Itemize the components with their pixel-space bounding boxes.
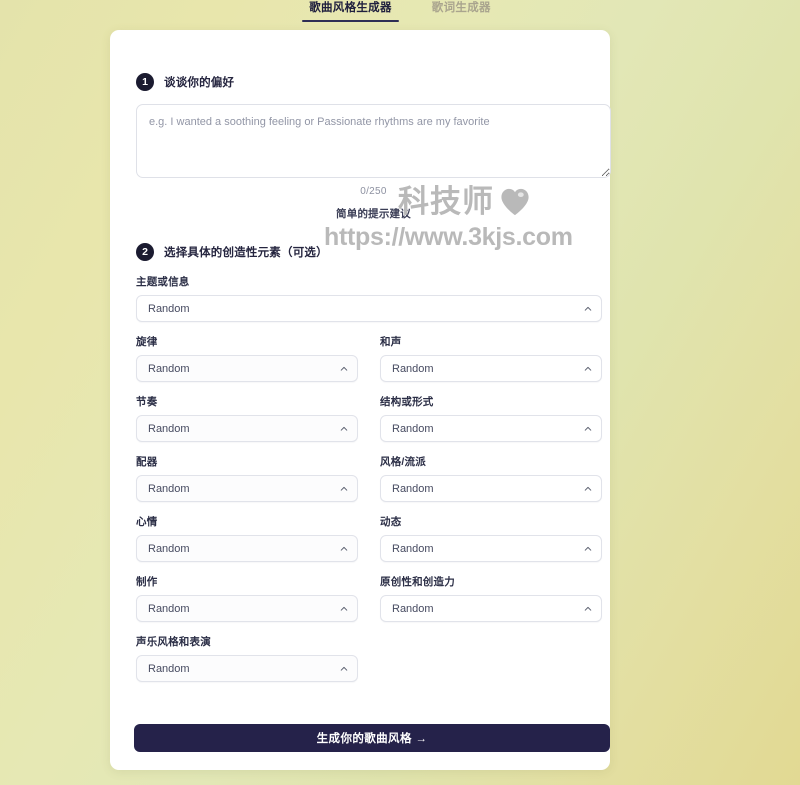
select-value: Random	[392, 422, 434, 435]
chevron-up-icon	[584, 485, 592, 493]
field-production: 制作 Random	[136, 574, 358, 622]
select-value: Random	[392, 482, 434, 495]
select-rhythm[interactable]: Random	[136, 415, 358, 442]
field-originality-creativity: 原创性和创造力 Random	[380, 574, 602, 622]
select-harmony[interactable]: Random	[380, 355, 602, 382]
generator-card: 1 谈谈你的偏好 0/250 简单的提示建议 2 选择具体的创造性元素（可选） …	[110, 30, 611, 770]
tab-song-style-generator[interactable]: 歌曲风格生成器	[302, 0, 399, 22]
select-value: Random	[148, 362, 190, 375]
select-dynamics[interactable]: Random	[380, 535, 602, 562]
field-label: 心情	[136, 516, 158, 528]
field-rhythm: 节奏 Random	[136, 394, 358, 442]
tab-bar: 歌曲风格生成器 歌词生成器	[0, 0, 800, 26]
select-melody[interactable]: Random	[136, 355, 358, 382]
field-label: 和声	[380, 336, 402, 348]
select-instrumentation[interactable]: Random	[136, 475, 358, 502]
step-1-title: 谈谈你的偏好	[164, 77, 235, 89]
counter-block: 0/250 简单的提示建议	[136, 186, 611, 221]
field-label: 风格/流派	[380, 456, 426, 468]
select-value: Random	[148, 482, 190, 495]
field-label: 结构或形式	[380, 396, 434, 408]
select-topic[interactable]: Random	[136, 295, 602, 322]
field-vocal-style-performance: 声乐风格和表演 Random	[136, 634, 358, 682]
prompt-hint-link[interactable]: 简单的提示建议	[136, 206, 611, 221]
select-value: Random	[148, 662, 190, 675]
select-value: Random	[148, 302, 190, 315]
step-1-badge: 1	[136, 73, 154, 91]
field-label: 制作	[136, 576, 158, 588]
select-style-genre[interactable]: Random	[380, 475, 602, 502]
preference-textarea[interactable]	[136, 104, 611, 178]
select-originality-creativity[interactable]: Random	[380, 595, 602, 622]
preference-textarea-wrap	[136, 104, 611, 178]
select-value: Random	[392, 362, 434, 375]
chevron-up-icon	[340, 545, 348, 553]
field-mood: 心情 Random	[136, 514, 358, 562]
generate-song-style-button[interactable]: 生成你的歌曲风格 →	[134, 724, 610, 752]
field-harmony: 和声 Random	[380, 334, 602, 382]
select-value: Random	[148, 602, 190, 615]
tab-lyrics-generator[interactable]: 歌词生成器	[428, 0, 495, 22]
creative-elements-grid: 旋律 Random 和声 Random 节奏 Random 结构或形式 Rand…	[136, 322, 602, 682]
chevron-up-icon	[340, 665, 348, 673]
select-mood[interactable]: Random	[136, 535, 358, 562]
chevron-up-icon	[340, 605, 348, 613]
tab-label: 歌曲风格生成器	[309, 2, 392, 14]
chevron-up-icon	[340, 425, 348, 433]
field-label: 主题或信息	[136, 276, 190, 288]
select-value: Random	[148, 542, 190, 555]
select-production[interactable]: Random	[136, 595, 358, 622]
field-label: 动态	[380, 516, 402, 528]
chevron-up-icon	[584, 425, 592, 433]
field-topic: 主题或信息 Random	[136, 274, 602, 322]
field-instrumentation: 配器 Random	[136, 454, 358, 502]
chevron-up-icon	[584, 605, 592, 613]
select-value: Random	[148, 422, 190, 435]
step-2-badge: 2	[136, 243, 154, 261]
select-value: Random	[392, 602, 434, 615]
card-inner: 1 谈谈你的偏好 0/250 简单的提示建议 2 选择具体的创造性元素（可选） …	[124, 73, 611, 682]
select-structure-or-form[interactable]: Random	[380, 415, 602, 442]
field-label: 配器	[136, 456, 158, 468]
step-1-heading: 1 谈谈你的偏好	[136, 73, 584, 91]
field-label: 节奏	[136, 396, 158, 408]
field-style-genre: 风格/流派 Random	[380, 454, 602, 502]
select-value: Random	[392, 542, 434, 555]
step-2-title: 选择具体的创造性元素（可选）	[164, 247, 328, 259]
chevron-up-icon	[340, 365, 348, 373]
field-label: 声乐风格和表演	[136, 636, 211, 648]
field-dynamics: 动态 Random	[380, 514, 602, 562]
step-2-heading: 2 选择具体的创造性元素（可选）	[136, 243, 584, 261]
tab-label: 歌词生成器	[431, 2, 491, 14]
field-melody: 旋律 Random	[136, 334, 358, 382]
chevron-up-icon	[584, 305, 592, 313]
field-label: 原创性和创造力	[380, 576, 455, 588]
chevron-up-icon	[584, 545, 592, 553]
field-label: 旋律	[136, 336, 158, 348]
chevron-up-icon	[584, 365, 592, 373]
select-vocal-style-performance[interactable]: Random	[136, 655, 358, 682]
field-structure-or-form: 结构或形式 Random	[380, 394, 602, 442]
submit-wrap: 生成你的歌曲风格 →	[134, 724, 610, 752]
character-counter: 0/250	[360, 186, 387, 197]
chevron-up-icon	[340, 485, 348, 493]
